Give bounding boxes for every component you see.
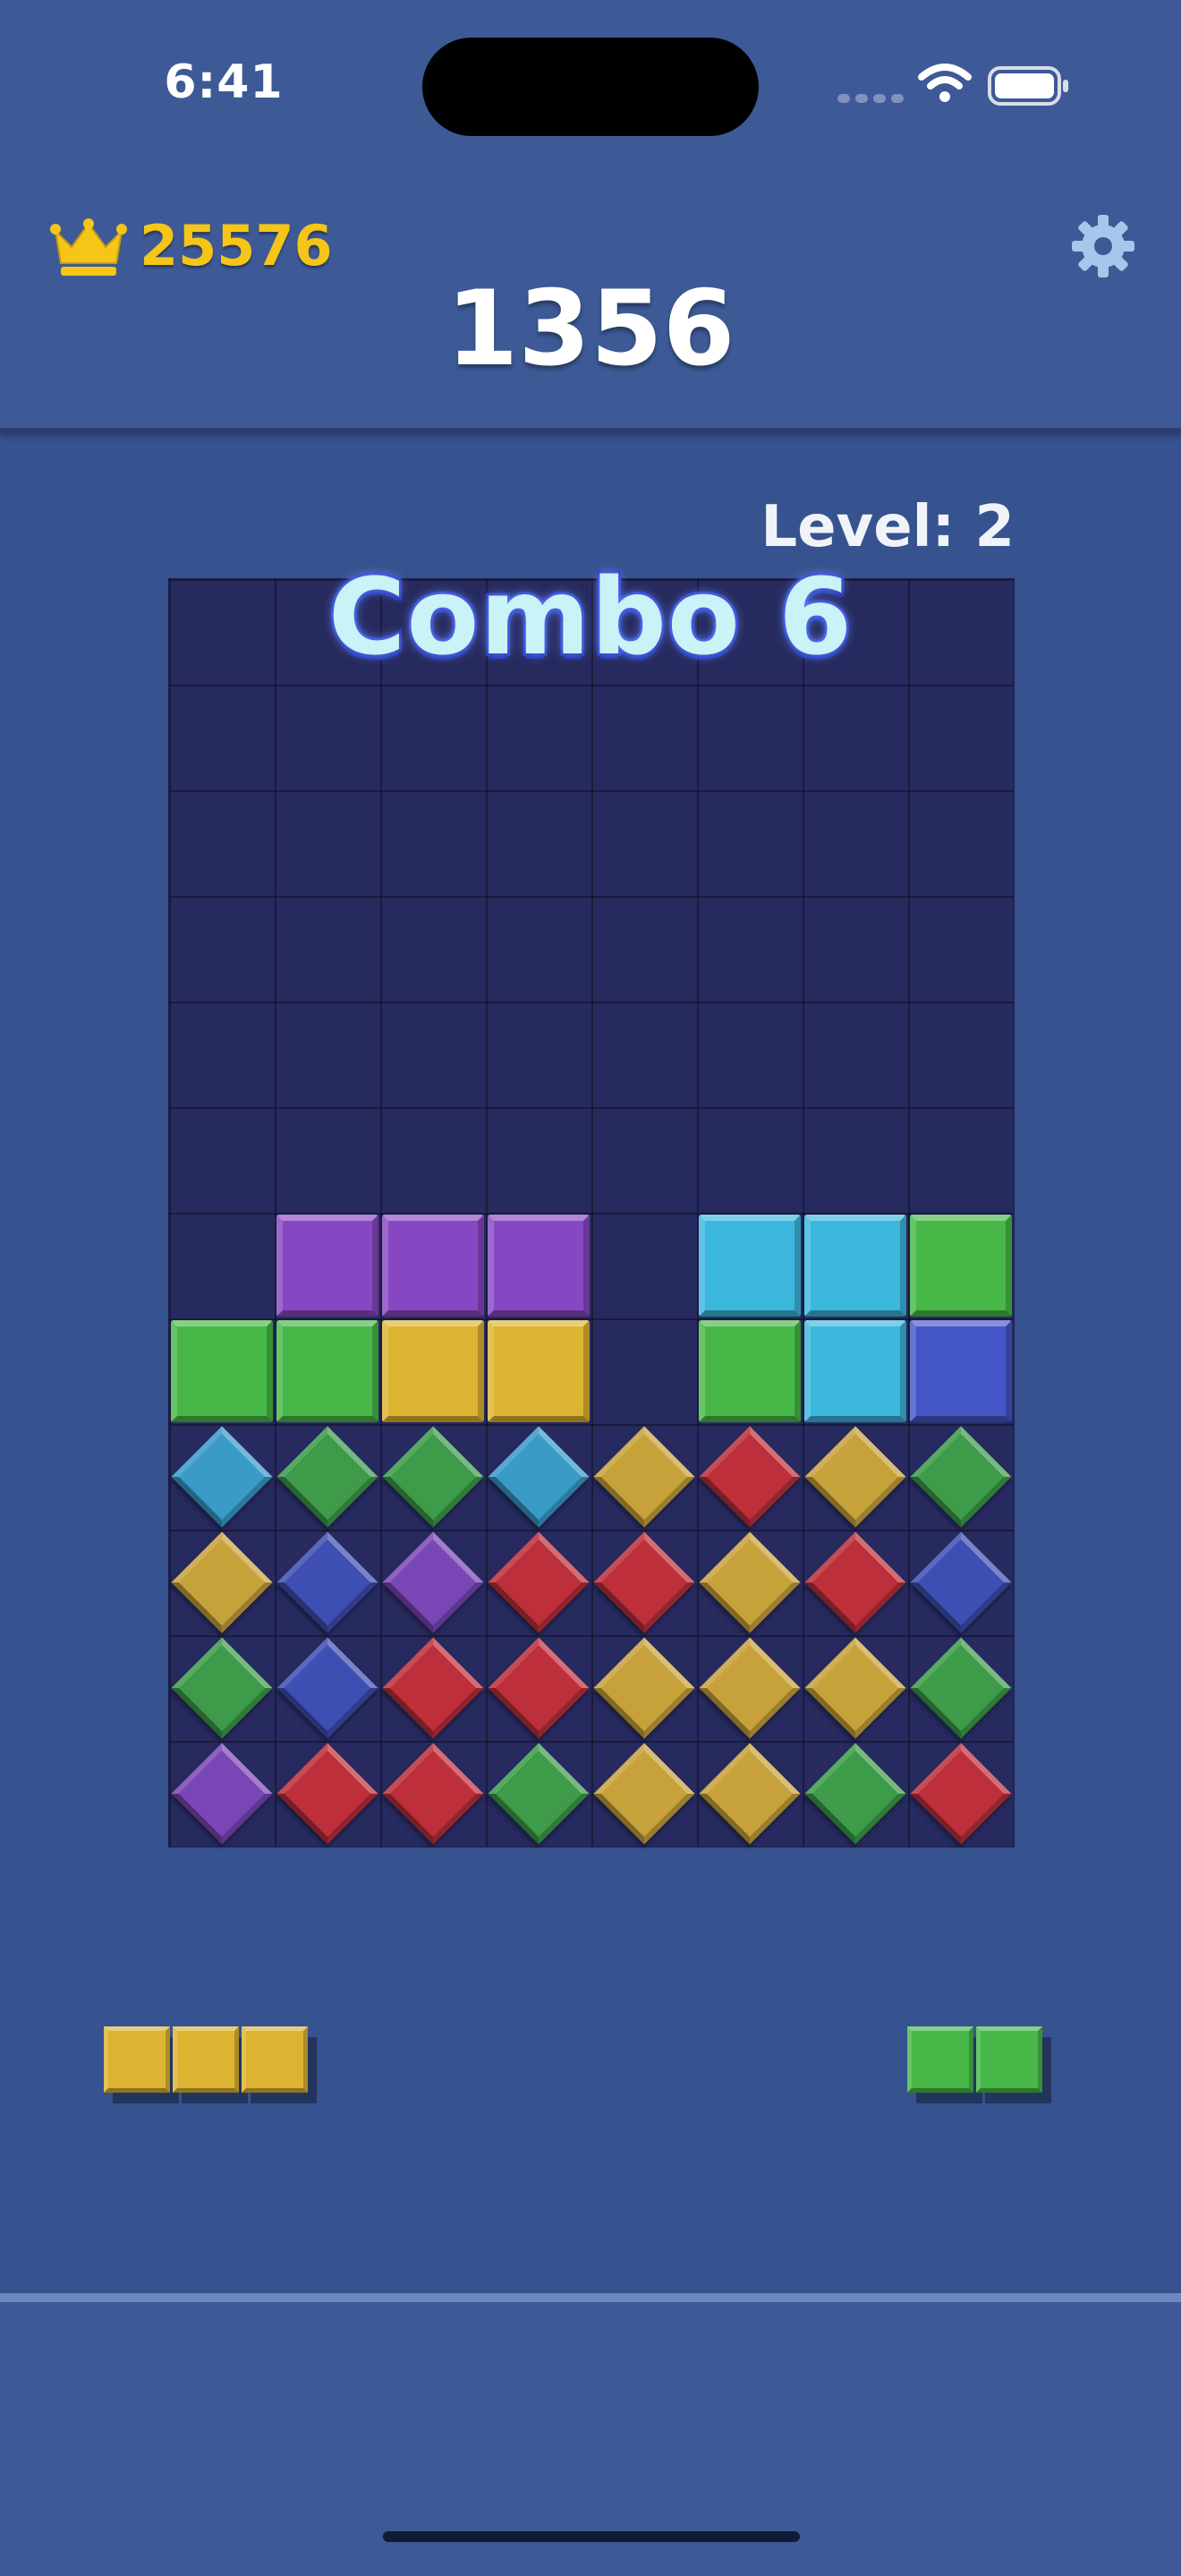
board-gem: [804, 1637, 906, 1739]
board-gem: [171, 1426, 273, 1528]
board-gem: [910, 1743, 1012, 1845]
board-gem: [804, 1426, 906, 1528]
status-time: 6:41: [164, 55, 284, 109]
board-block: [804, 1320, 906, 1422]
board-gem: [171, 1743, 273, 1845]
board-gem: [910, 1531, 1012, 1633]
board-gem: [699, 1743, 801, 1845]
board-gem: [276, 1531, 378, 1633]
board-block: [171, 1320, 273, 1422]
board-block: [699, 1215, 801, 1317]
board-gem: [488, 1743, 590, 1845]
board-gem: [382, 1637, 484, 1739]
board-gem: [276, 1637, 378, 1739]
board-gem: [593, 1531, 695, 1633]
combo-banner: Combo 6: [326, 552, 854, 681]
board-block: [382, 1320, 484, 1422]
home-indicator[interactable]: [383, 2531, 800, 2542]
piece-block: [976, 2026, 1042, 2093]
board-block: [910, 1215, 1012, 1317]
battery-icon: [988, 66, 1068, 106]
game-board[interactable]: [168, 578, 1015, 1847]
piece-block: [242, 2026, 308, 2093]
piece-block: [173, 2026, 239, 2093]
board-gem: [382, 1743, 484, 1845]
board-gem: [593, 1743, 695, 1845]
board-gem: [593, 1426, 695, 1528]
board-gem: [382, 1426, 484, 1528]
level-label: Level: 2: [760, 494, 1015, 560]
board-gem: [910, 1426, 1012, 1528]
board-gem: [910, 1637, 1012, 1739]
board-gem: [804, 1743, 906, 1845]
board-gem: [488, 1426, 590, 1528]
board-block: [488, 1320, 590, 1422]
board-block: [910, 1320, 1012, 1422]
board-gem: [804, 1531, 906, 1633]
board-block: [276, 1215, 378, 1317]
top-bar: 6:41 25576 1356: [0, 0, 1181, 433]
piece-block: [907, 2026, 973, 2093]
board-gem: [171, 1637, 273, 1739]
board-gem: [488, 1531, 590, 1633]
board-block: [804, 1215, 906, 1317]
board-gem: [488, 1637, 590, 1739]
wifi-icon: [918, 64, 972, 102]
board-gem: [382, 1531, 484, 1633]
board-block: [488, 1215, 590, 1317]
piece-block: [104, 2026, 170, 2093]
board-gem: [699, 1637, 801, 1739]
current-score: 1356: [446, 269, 735, 389]
board-gem: [276, 1426, 378, 1528]
board-block: [699, 1320, 801, 1422]
board-block: [382, 1215, 484, 1317]
dynamic-island: [422, 38, 759, 136]
board-gem: [171, 1531, 273, 1633]
board-block: [276, 1320, 378, 1422]
board-gem: [276, 1743, 378, 1845]
board-gem: [699, 1531, 801, 1633]
cellular-signal-icon: [837, 90, 909, 107]
board-gem: [699, 1426, 801, 1528]
board-gem: [593, 1637, 695, 1739]
